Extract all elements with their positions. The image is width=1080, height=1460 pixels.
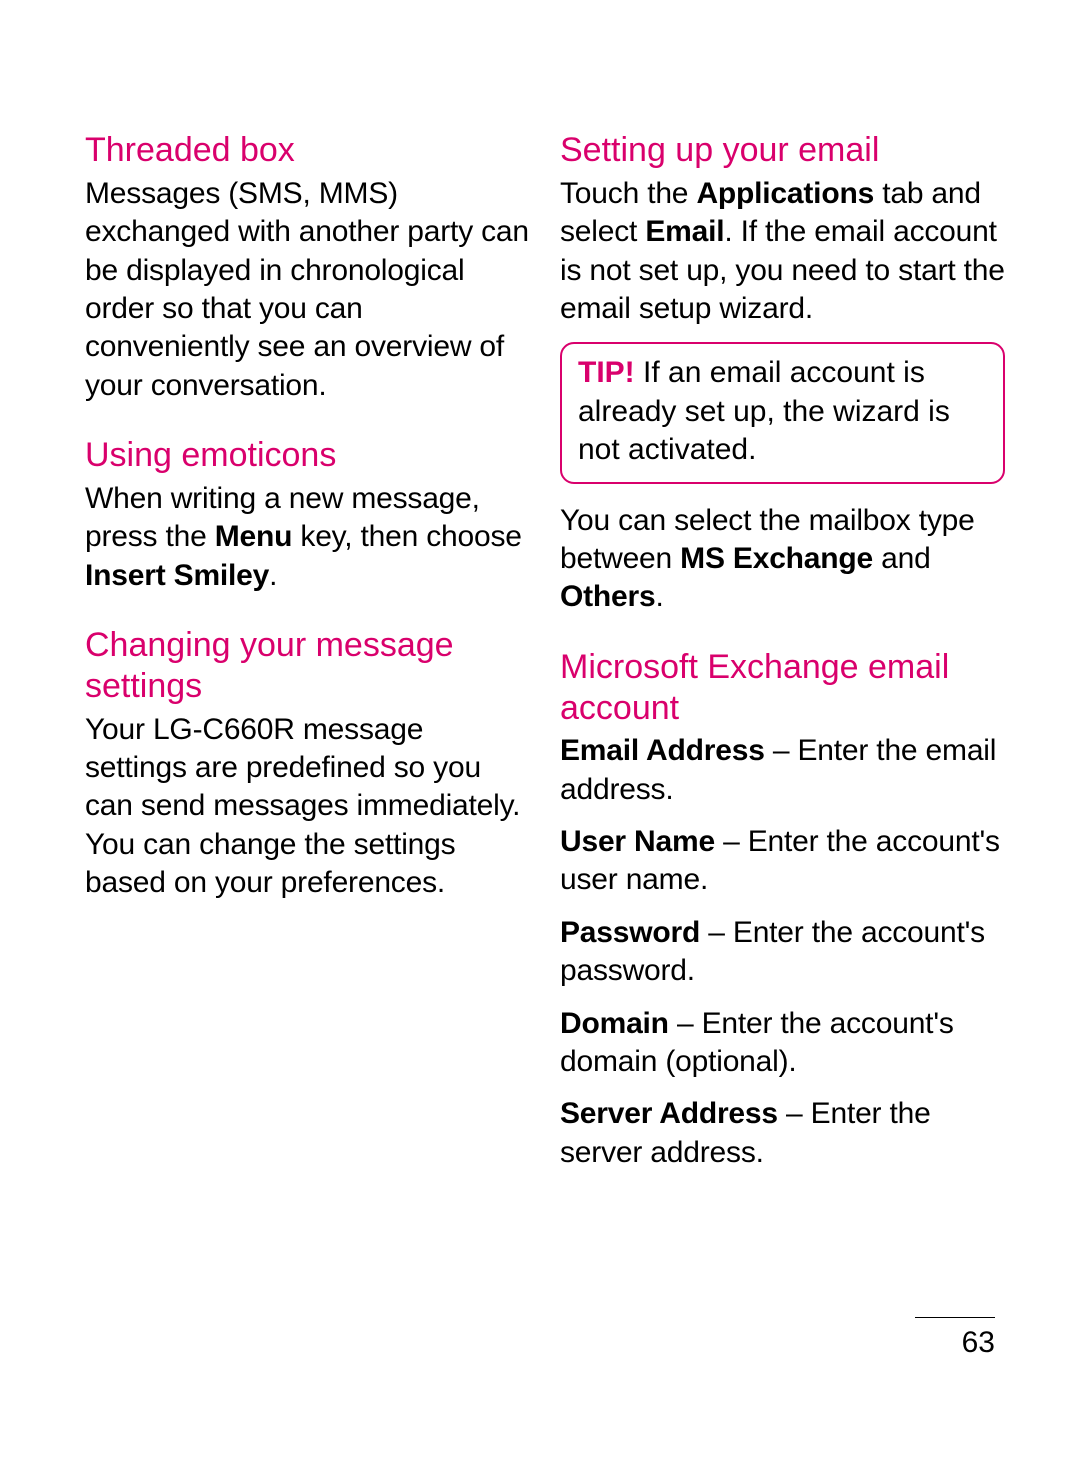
right-column: Setting up your email Touch the Applicat… — [560, 130, 1005, 1186]
left-column: Threaded box Messages (SMS, MMS) exchang… — [85, 130, 530, 1186]
section-body: You can select the mailbox type between … — [560, 502, 1005, 617]
section-heading-setting-up-email: Setting up your email — [560, 130, 1005, 171]
section-body: Messages (SMS, MMS) exchanged with anoth… — [85, 175, 530, 405]
tip-label: TIP! — [578, 356, 635, 389]
field-description: Password – Enter the account's password. — [560, 914, 1005, 991]
field-label: Password — [560, 916, 700, 949]
field-description: Email Address – Enter the email address. — [560, 732, 1005, 809]
section-heading-ms-exchange: Microsoft Exchange email account — [560, 647, 1005, 729]
section-body: Touch the Applications tab and select Em… — [560, 175, 1005, 329]
section-heading-threaded-box: Threaded box — [85, 130, 530, 171]
bold-text: Menu — [215, 520, 293, 553]
bold-text: Email — [645, 215, 724, 248]
field-description: Domain – Enter the account's domain (opt… — [560, 1005, 1005, 1082]
text: key, then choose — [292, 520, 522, 553]
manual-page: Threaded box Messages (SMS, MMS) exchang… — [0, 0, 1080, 1186]
field-label: Email Address — [560, 734, 765, 767]
page-number: 63 — [915, 1317, 995, 1360]
tip-text: If an email account is already set up, t… — [578, 356, 950, 466]
field-label: User Name — [560, 825, 715, 858]
field-label: Server Address — [560, 1097, 778, 1130]
bold-text: MS Exchange — [680, 542, 873, 575]
bold-text: Applications — [696, 177, 874, 210]
text: and — [873, 542, 931, 575]
field-description: User Name – Enter the account's user nam… — [560, 823, 1005, 900]
section-body: Your LG-C660R message settings are prede… — [85, 711, 530, 903]
text: . — [269, 559, 277, 592]
section-heading-changing-settings: Changing your message settings — [85, 625, 530, 707]
field-description: Server Address – Enter the server addres… — [560, 1095, 1005, 1172]
text: . — [656, 580, 664, 613]
tip-box: TIP! If an email account is already set … — [560, 342, 1005, 483]
text: Touch the — [560, 177, 696, 210]
field-label: Domain — [560, 1007, 669, 1040]
bold-text: Others — [560, 580, 656, 613]
section-body: When writing a new message, press the Me… — [85, 480, 530, 595]
section-heading-using-emoticons: Using emoticons — [85, 435, 530, 476]
bold-text: Insert Smiley — [85, 559, 269, 592]
